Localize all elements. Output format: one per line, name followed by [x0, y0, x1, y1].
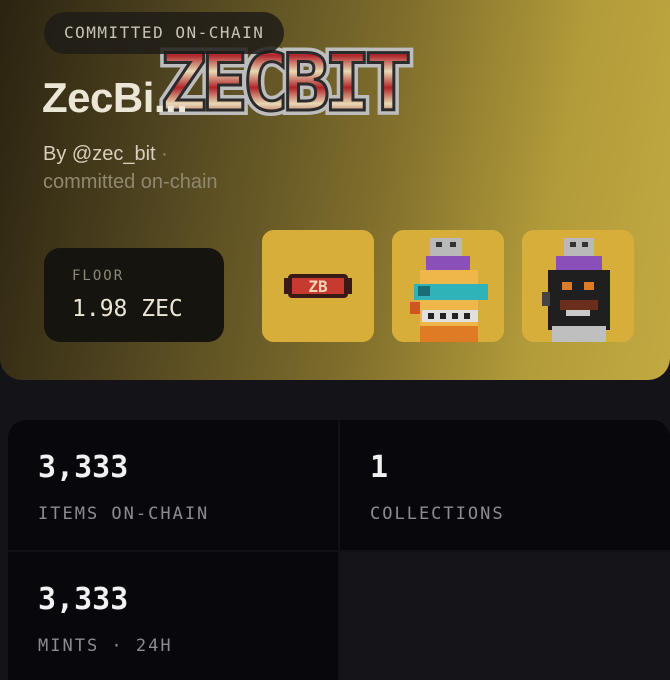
- stat-label: COLLECTIONS: [370, 504, 505, 524]
- creator-link[interactable]: @zec_bit: [72, 143, 156, 165]
- collection-title: ZecBi...: [42, 74, 188, 121]
- collection-hero: ZECBIT ZECBIT COMMITTED ON-CHAIN ZecBi..…: [0, 0, 670, 380]
- floor-price-card: FLOOR 1.98 ZEC: [44, 248, 224, 342]
- dark-robot-art: [522, 230, 634, 342]
- yellow-robot-art: [392, 230, 504, 342]
- floor-label: FLOOR: [72, 268, 125, 284]
- stat-mints-24h: 3,333 MINTS · 24H: [8, 552, 338, 680]
- stat-items-on-chain: 3,333 ITEMS ON-CHAIN: [8, 420, 338, 550]
- svg-text:ZB: ZB: [308, 277, 328, 296]
- stat-label: ITEMS ON-CHAIN: [38, 504, 210, 524]
- stats-grid: 3,333 ITEMS ON-CHAIN 1 COLLECTIONS 3,333…: [8, 420, 670, 680]
- thumbnail-yellow-robot[interactable]: [392, 230, 504, 342]
- stat-collections: 1 COLLECTIONS: [340, 420, 670, 550]
- thumbnail-zb-logo[interactable]: ZB: [262, 230, 374, 342]
- creator-byline: By @zec_bit · committed on-chain: [43, 140, 223, 196]
- thumbnail-dark-robot[interactable]: [522, 230, 634, 342]
- stat-empty-cell: [340, 552, 670, 680]
- stat-value: 3,333: [38, 582, 129, 617]
- committed-badge: COMMITTED ON-CHAIN: [44, 12, 285, 54]
- stat-value: 3,333: [38, 450, 129, 485]
- zb-logo-icon: ZB: [262, 230, 374, 342]
- stat-value: 1: [370, 450, 389, 485]
- byline-prefix: By: [43, 143, 67, 165]
- floor-value: 1.98 ZEC: [72, 296, 183, 322]
- stat-label: MINTS · 24H: [38, 636, 173, 656]
